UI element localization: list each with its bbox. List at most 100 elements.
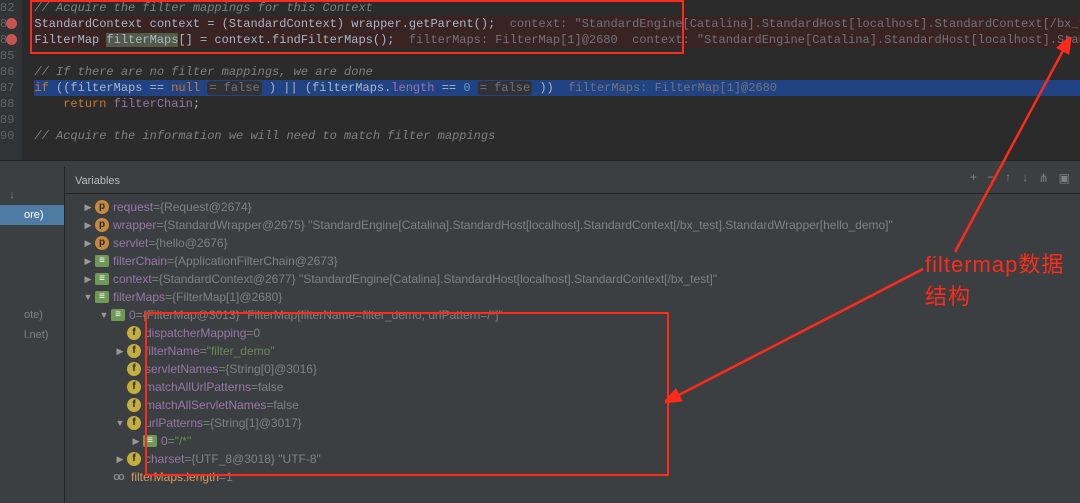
code-line[interactable] (34, 48, 1080, 64)
expand-arrow-icon[interactable]: ▼ (81, 288, 95, 306)
frame-item[interactable] (0, 245, 64, 265)
variable-node[interactable]: ▶≡0 = "/*" (69, 432, 1080, 450)
expand-arrow-icon[interactable]: ▶ (129, 432, 143, 450)
line-number[interactable]: 82 (0, 0, 22, 16)
type-badge-icon: f (127, 380, 141, 394)
code-line[interactable]: if ((filterMaps == null = false ) || (fi… (34, 80, 1080, 96)
code-area[interactable]: // Acquire the filter mappings for this … (22, 0, 1080, 160)
var-value: {FilterMap@3013} "FilterMap[filterName=f… (143, 306, 503, 324)
line-gutter: 828384858687888990 (0, 0, 22, 160)
var-name: context (113, 270, 152, 288)
var-name: filterChain (113, 252, 167, 270)
var-name: charset (145, 450, 184, 468)
var-name: matchAllUrlPatterns (145, 378, 251, 396)
expand-arrow-icon[interactable]: ▶ (81, 234, 95, 252)
var-value: false (258, 378, 283, 396)
annotation-text: filtermap数据结构 (925, 247, 1080, 311)
var-name: filterName (145, 342, 200, 360)
variable-node[interactable]: oofilterMaps.length = 1 (69, 468, 1080, 486)
toolbar-button[interactable]: ⋔ (1039, 171, 1049, 186)
line-number[interactable]: 86 (0, 64, 22, 80)
variable-node[interactable]: ▶fcharset = {UTF_8@3018} "UTF-8" (69, 450, 1080, 468)
code-line[interactable]: // Acquire the information we will need … (34, 128, 1080, 144)
var-value: {StandardWrapper@2675} "StandardEngine[C… (163, 216, 892, 234)
variables-panel: Variables +−↑ ↓ ⋔ ▣ ▶prequest = {Request@26… (65, 167, 1080, 503)
variables-header: Variables (65, 167, 1080, 194)
line-number[interactable]: 84 (0, 32, 22, 48)
var-name: matchAllServletNames (145, 396, 266, 414)
frame-item[interactable]: ote) (0, 305, 64, 325)
variable-node[interactable]: fmatchAllUrlPatterns = false (69, 378, 1080, 396)
frame-item[interactable] (0, 285, 64, 305)
frames-panel[interactable]: ↓ore) ote)l.net) (0, 167, 65, 503)
expand-arrow-icon[interactable]: ▶ (81, 198, 95, 216)
type-badge-icon: f (127, 416, 141, 430)
expand-arrow-icon[interactable]: ▶ (81, 216, 95, 234)
line-number[interactable]: 83 (0, 16, 22, 32)
var-name: dispatcherMapping (145, 324, 246, 342)
frame-item[interactable]: ↓ (0, 185, 64, 205)
code-line[interactable]: // Acquire the filter mappings for this … (34, 0, 1080, 16)
variable-node[interactable]: ▶prequest = {Request@2674} (69, 198, 1080, 216)
type-badge-icon: p (95, 236, 109, 250)
code-line[interactable] (34, 112, 1080, 128)
type-badge-icon: ≡ (95, 291, 109, 303)
code-line[interactable]: return filterChain; (34, 96, 1080, 112)
var-value: {String[1]@3017} (210, 414, 302, 432)
line-number[interactable]: 88 (0, 96, 22, 112)
var-name: 0 (161, 432, 168, 450)
type-badge-icon: f (127, 362, 141, 376)
var-value: {UTF_8@3018} "UTF-8" (191, 450, 320, 468)
frame-item[interactable] (0, 265, 64, 285)
code-editor[interactable]: 828384858687888990 // Acquire the filter… (0, 0, 1080, 160)
splitter[interactable] (0, 160, 1080, 167)
expand-arrow-icon[interactable]: ▶ (81, 270, 95, 288)
type-badge-icon: ≡ (143, 435, 157, 447)
var-value: {hello@2676} (155, 234, 227, 252)
var-value: "filter_demo" (207, 342, 275, 360)
variable-node[interactable]: ▶ffilterName = "filter_demo" (69, 342, 1080, 360)
expand-arrow-icon[interactable]: ▶ (113, 450, 127, 468)
variable-node[interactable]: fservletNames = {String[0]@3016} (69, 360, 1080, 378)
frame-item[interactable]: ore) (0, 205, 64, 225)
code-line[interactable]: // If there are no filter mappings, we a… (34, 64, 1080, 80)
toolbar-button[interactable]: ▣ (1059, 171, 1070, 186)
toolbar-button[interactable]: − (987, 171, 994, 186)
var-value: {Request@2674} (160, 198, 252, 216)
debugger-panel: ↓ore)ote)l.net) Variables +−↑↓⋔▣ ▶preque… (0, 167, 1080, 503)
variable-node[interactable]: fmatchAllServletNames = false (69, 396, 1080, 414)
type-badge-icon: ≡ (111, 309, 125, 321)
var-value: 0 (253, 324, 260, 342)
var-value: {StandardContext@2677} "StandardEngine[C… (159, 270, 717, 288)
line-number[interactable]: 85 (0, 48, 22, 64)
type-badge-icon: p (95, 218, 109, 232)
type-badge-icon: f (127, 326, 141, 340)
expand-arrow-icon[interactable]: ▶ (81, 252, 95, 270)
code-line[interactable]: FilterMap filterMaps[] = context.findFil… (34, 32, 1080, 48)
toolbar-button[interactable]: + (970, 171, 977, 186)
line-number[interactable]: 89 (0, 112, 22, 128)
expand-arrow-icon[interactable]: ▶ (113, 342, 127, 360)
toolbar-button[interactable]: ↑ (1004, 171, 1011, 186)
expand-arrow-icon[interactable]: ▼ (113, 414, 127, 432)
frame-item[interactable]: l.net) (0, 325, 64, 345)
type-badge-icon: oo (111, 470, 125, 484)
var-name: filterMaps (113, 288, 165, 306)
variables-tree[interactable]: ▶prequest = {Request@2674}▶pwrapper = {S… (65, 194, 1080, 486)
variable-node[interactable]: ▶pwrapper = {StandardWrapper@2675} "Stan… (69, 216, 1080, 234)
var-name: servletNames (145, 360, 218, 378)
var-name: urlPatterns (145, 414, 203, 432)
var-value: {FilterMap[1]@2680} (172, 288, 282, 306)
line-number[interactable]: 90 (0, 128, 22, 144)
expand-arrow-icon[interactable]: ▼ (97, 306, 111, 324)
frame-item[interactable] (0, 225, 64, 245)
variable-node[interactable]: ▼furlPatterns = {String[1]@3017} (69, 414, 1080, 432)
var-name: 0 (129, 306, 136, 324)
type-badge-icon: f (127, 398, 141, 412)
code-line[interactable]: StandardContext context = (StandardConte… (34, 16, 1080, 32)
type-badge-icon: f (127, 344, 141, 358)
line-number[interactable]: 87 (0, 80, 22, 96)
type-badge-icon: ≡ (95, 255, 109, 267)
toolbar-button[interactable]: ↓ (1021, 171, 1028, 186)
variable-node[interactable]: fdispatcherMapping = 0 (69, 324, 1080, 342)
